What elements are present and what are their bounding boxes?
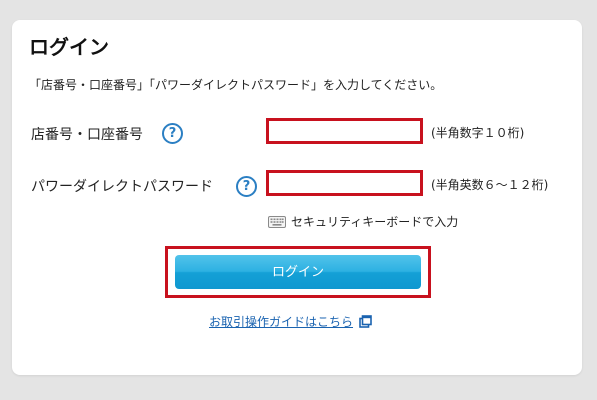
- operation-guide-label: お取引操作ガイドはこちら: [209, 315, 354, 329]
- branch-account-hint: (半角数字１０桁): [431, 126, 525, 140]
- branch-account-input[interactable]: [266, 118, 423, 144]
- branch-account-label: 店番号・口座番号: [31, 127, 143, 143]
- external-window-icon: [359, 315, 372, 328]
- login-card: ログイン 「店番号・口座番号」「パワーダイレクトパスワード」を入力してください。…: [12, 20, 582, 375]
- login-button-highlight: ログイン: [165, 246, 431, 298]
- instruction-text: 「店番号・口座番号」「パワーダイレクトパスワード」を入力してください。: [29, 78, 443, 92]
- security-keyboard-link[interactable]: セキュリティキーボードで入力: [268, 213, 458, 230]
- operation-guide-link[interactable]: お取引操作ガイドはこちら: [209, 313, 372, 330]
- login-button[interactable]: ログイン: [175, 255, 421, 289]
- password-input[interactable]: [266, 170, 423, 196]
- password-hint: (半角英数６～１２桁): [431, 178, 549, 192]
- page-title: ログイン: [29, 35, 109, 59]
- question-mark-icon[interactable]: ?: [162, 123, 183, 144]
- keyboard-icon: [268, 215, 286, 228]
- security-keyboard-label: セキュリティキーボードで入力: [291, 215, 459, 229]
- password-label: パワーダイレクトパスワード: [31, 179, 213, 195]
- question-mark-icon[interactable]: ?: [236, 176, 257, 197]
